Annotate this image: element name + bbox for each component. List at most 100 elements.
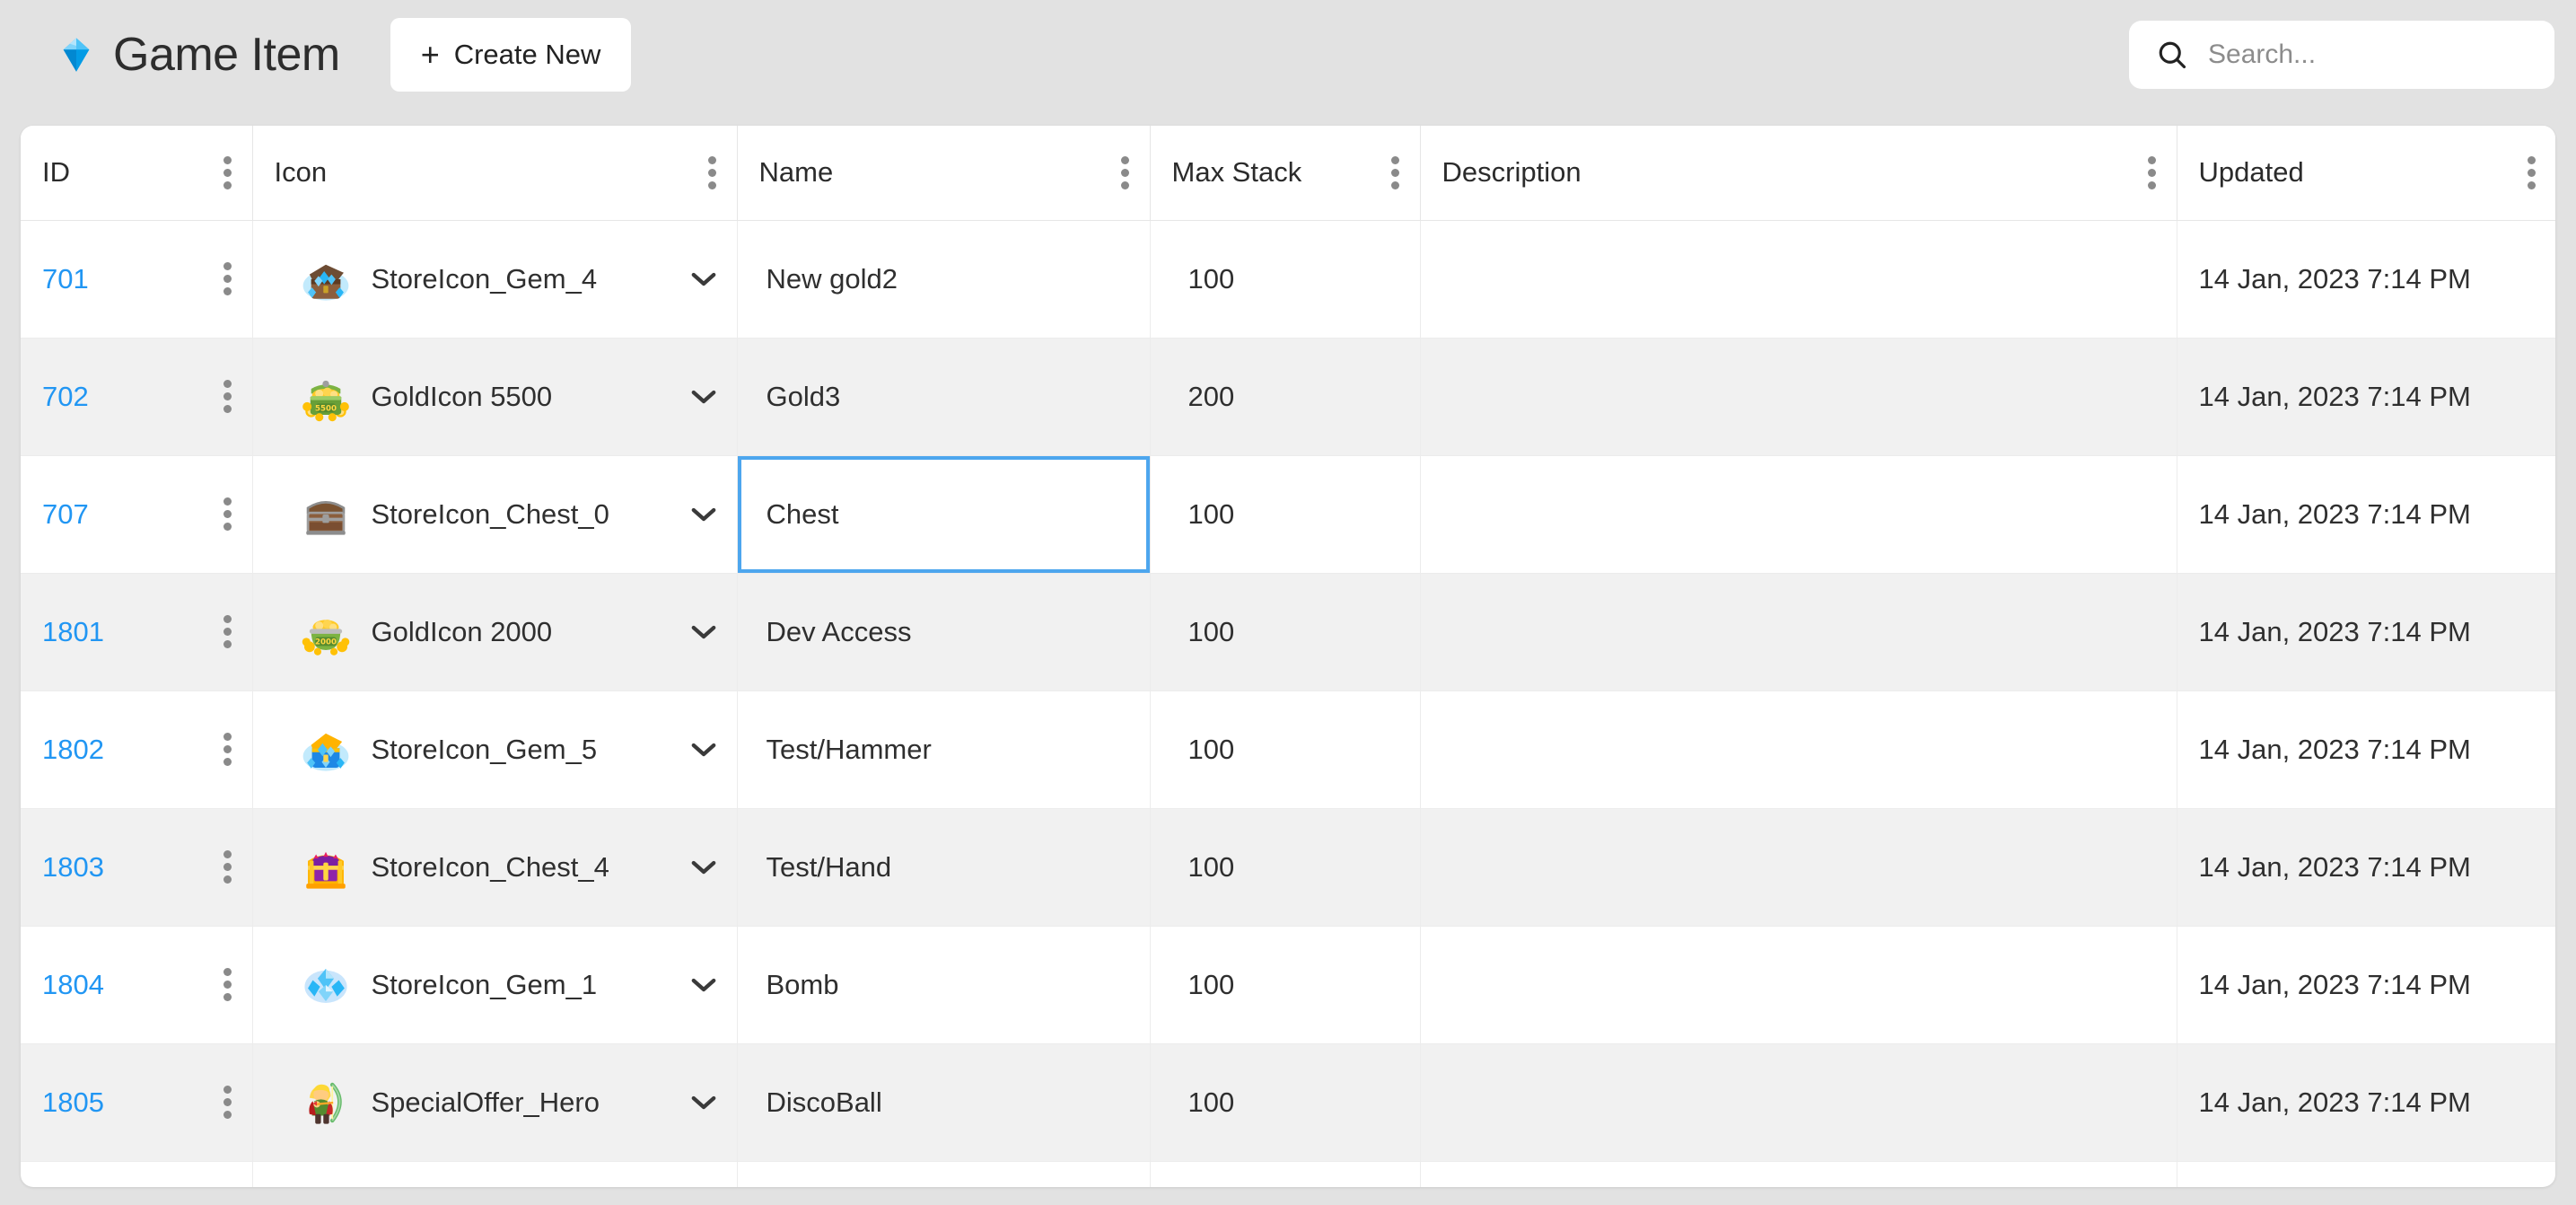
id-link[interactable]: 701 bbox=[42, 263, 89, 295]
cell-icon[interactable]: StoreIcon_Gem_4 bbox=[252, 220, 738, 339]
cell-updated[interactable]: 14 Jan, 2023 7:14 PM bbox=[2177, 808, 2555, 927]
kebab-menu-icon[interactable] bbox=[223, 615, 232, 648]
cell-name[interactable]: Test/Hammer bbox=[737, 690, 1151, 809]
cell-updated[interactable]: 14 Jan, 2023 7:14 PM bbox=[2177, 338, 2555, 456]
column-header-name[interactable]: Name bbox=[737, 126, 1151, 221]
id-link[interactable]: 1801 bbox=[42, 616, 104, 648]
cell-description[interactable] bbox=[1420, 455, 2177, 574]
cell-updated[interactable]: 14 Jan, 2023 7:14 PM bbox=[2177, 220, 2555, 339]
chevron-down-icon[interactable] bbox=[690, 389, 717, 405]
id-link[interactable]: 1802 bbox=[42, 734, 104, 766]
cell-name[interactable]: Dev Access bbox=[737, 573, 1151, 691]
chevron-down-icon[interactable] bbox=[690, 1095, 717, 1111]
chevron-down-icon[interactable] bbox=[690, 506, 717, 523]
column-header-updated[interactable]: Updated bbox=[2177, 126, 2555, 221]
cell-id[interactable]: 702 bbox=[21, 338, 253, 456]
kebab-menu-icon[interactable] bbox=[223, 380, 232, 413]
chevron-down-icon[interactable] bbox=[690, 977, 717, 993]
cell-max-stack[interactable]: 200 bbox=[1150, 338, 1421, 456]
cell-max-stack[interactable]: 100 bbox=[1150, 455, 1421, 574]
id-link[interactable]: 702 bbox=[42, 381, 89, 413]
cell-max-stack[interactable]: 100 bbox=[1150, 1043, 1421, 1162]
table-row[interactable]: 1806StoreIcon_Gold_4Help100 14 Jan, 2023 … bbox=[21, 1161, 2555, 1187]
cell-max-stack[interactable]: 100 bbox=[1150, 1161, 1421, 1187]
chevron-down-icon[interactable] bbox=[690, 271, 717, 287]
cell-icon[interactable]: StoreIcon_Chest_0 bbox=[252, 455, 738, 574]
cell-description[interactable] bbox=[1420, 1043, 2177, 1162]
cell-max-stack[interactable]: 100 bbox=[1150, 220, 1421, 339]
cell-name[interactable]: Chest bbox=[737, 455, 1151, 574]
table-row[interactable]: 1805 SpecialOffer_Hero DiscoBall 100 14 Jan,… bbox=[21, 1043, 2555, 1162]
kebab-menu-icon[interactable] bbox=[2527, 155, 2536, 189]
cell-name[interactable]: Test/Hand bbox=[737, 808, 1151, 927]
kebab-menu-icon[interactable] bbox=[223, 850, 232, 884]
cell-icon[interactable]: StoreIcon_Gem_1 bbox=[252, 926, 738, 1044]
cell-updated[interactable]: 14 Jan, 2023 7:14 PM bbox=[2177, 573, 2555, 691]
table-row[interactable]: 1801 GoldIcon 2000 Dev Access 100 14 Jan, 20… bbox=[21, 573, 2555, 691]
chevron-down-icon[interactable] bbox=[690, 859, 717, 875]
table-row[interactable]: 1803 StoreIcon_Chest_4 Test/Hand 100 14 Jan,… bbox=[21, 808, 2555, 927]
cell-description[interactable] bbox=[1420, 808, 2177, 927]
kebab-menu-icon[interactable] bbox=[223, 497, 232, 531]
column-header-id[interactable]: ID bbox=[21, 126, 253, 221]
kebab-menu-icon[interactable] bbox=[1121, 155, 1130, 189]
cell-icon[interactable]: GoldIcon 2000 bbox=[252, 573, 738, 691]
chevron-down-icon[interactable] bbox=[690, 624, 717, 640]
cell-id[interactable]: 1806 bbox=[21, 1161, 253, 1187]
kebab-menu-icon[interactable] bbox=[708, 155, 717, 189]
cell-max-stack[interactable]: 100 bbox=[1150, 808, 1421, 927]
cell-description[interactable] bbox=[1420, 338, 2177, 456]
kebab-menu-icon[interactable] bbox=[223, 1086, 232, 1119]
kebab-menu-icon[interactable] bbox=[1391, 155, 1400, 189]
kebab-menu-icon[interactable] bbox=[223, 155, 232, 189]
cell-id[interactable]: 1802 bbox=[21, 690, 253, 809]
cell-description[interactable] bbox=[1420, 926, 2177, 1044]
cell-id[interactable]: 1805 bbox=[21, 1043, 253, 1162]
column-header-icon[interactable]: Icon bbox=[252, 126, 738, 221]
cell-updated[interactable]: 14 Jan, 2023 7:14 PM bbox=[2177, 455, 2555, 574]
table-row[interactable]: 1802 StoreIcon_Gem_5 Test/Hammer 100 14 Jan,… bbox=[21, 690, 2555, 809]
cell-name[interactable]: Help bbox=[737, 1161, 1151, 1187]
cell-icon[interactable]: SpecialOffer_Hero bbox=[252, 1043, 738, 1162]
cell-max-stack[interactable]: 100 bbox=[1150, 926, 1421, 1044]
cell-id[interactable]: 1803 bbox=[21, 808, 253, 927]
cell-description[interactable] bbox=[1420, 573, 2177, 691]
cell-icon[interactable]: StoreIcon_Gem_5 bbox=[252, 690, 738, 809]
column-header-max-stack[interactable]: Max Stack bbox=[1150, 126, 1421, 221]
cell-max-stack[interactable]: 100 bbox=[1150, 573, 1421, 691]
cell-max-stack[interactable]: 100 bbox=[1150, 690, 1421, 809]
kebab-menu-icon[interactable] bbox=[223, 968, 232, 1001]
id-link[interactable]: 1805 bbox=[42, 1086, 104, 1119]
search-input[interactable] bbox=[2208, 40, 2513, 70]
cell-updated[interactable]: 14 Jan, 2023 7:14 PM bbox=[2177, 1043, 2555, 1162]
id-link[interactable]: 1804 bbox=[42, 969, 104, 1001]
cell-id[interactable]: 707 bbox=[21, 455, 253, 574]
id-link[interactable]: 1803 bbox=[42, 851, 104, 884]
column-header-description[interactable]: Description bbox=[1420, 126, 2177, 221]
cell-name[interactable]: Bomb bbox=[737, 926, 1151, 1044]
cell-icon[interactable]: StoreIcon_Gold_4 bbox=[252, 1161, 738, 1187]
kebab-menu-icon[interactable] bbox=[223, 262, 232, 295]
cell-id[interactable]: 701 bbox=[21, 220, 253, 339]
cell-icon[interactable]: GoldIcon 5500 bbox=[252, 338, 738, 456]
search-box[interactable] bbox=[2129, 21, 2554, 89]
chevron-down-icon[interactable] bbox=[690, 742, 717, 758]
cell-icon[interactable]: StoreIcon_Chest_4 bbox=[252, 808, 738, 927]
cell-description[interactable] bbox=[1420, 1161, 2177, 1187]
cell-updated[interactable]: 14 Jan, 2023 7:14 PM bbox=[2177, 926, 2555, 1044]
kebab-menu-icon[interactable] bbox=[223, 733, 232, 766]
table-row[interactable]: 701 StoreIcon_Gem_4 New gold2 100 14 Jan, 20… bbox=[21, 220, 2555, 339]
cell-id[interactable]: 1801 bbox=[21, 573, 253, 691]
cell-name[interactable]: New gold2 bbox=[737, 220, 1151, 339]
cell-name[interactable]: Gold3 bbox=[737, 338, 1151, 456]
table-row[interactable]: 1804 StoreIcon_Gem_1 Bomb 100 14 Jan, 2023 7… bbox=[21, 926, 2555, 1044]
cell-updated[interactable]: 14 Jan, 2023 7:14 PM bbox=[2177, 1161, 2555, 1187]
table-row[interactable]: 707 StoreIcon_Chest_0 Chest 100 14 Jan, 2023… bbox=[21, 455, 2555, 574]
cell-updated[interactable]: 14 Jan, 2023 7:14 PM bbox=[2177, 690, 2555, 809]
cell-description[interactable] bbox=[1420, 220, 2177, 339]
id-link[interactable]: 707 bbox=[42, 498, 89, 531]
kebab-menu-icon[interactable] bbox=[2148, 155, 2157, 189]
cell-id[interactable]: 1804 bbox=[21, 926, 253, 1044]
cell-description[interactable] bbox=[1420, 690, 2177, 809]
create-new-button[interactable]: + Create New bbox=[390, 18, 632, 92]
